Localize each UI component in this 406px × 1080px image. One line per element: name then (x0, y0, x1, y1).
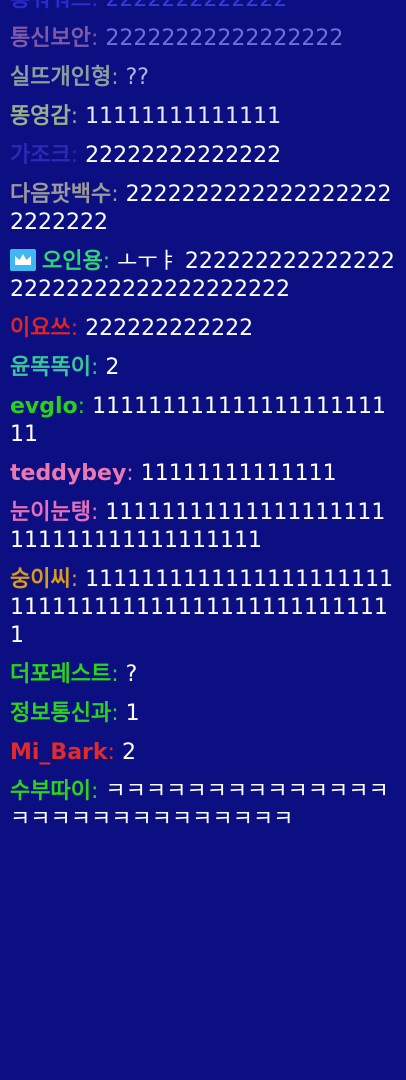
chat-message: Mi_Bark: 2 (10, 739, 398, 767)
chat-separator: : (126, 461, 141, 486)
chat-separator: : (111, 182, 126, 207)
chat-separator: : (90, 355, 106, 380)
chat-separator: : (111, 65, 126, 90)
chat-message: 수부따이: ㅋㅋㅋㅋㅋㅋㅋㅋㅋㅋㅋㅋㅋㅋㅋㅋㅋㅋㅋㅋㅋㅋㅋㅋㅋㅋㅋㅋ (10, 778, 398, 834)
chat-message-text: 22222222222222222 (105, 26, 344, 51)
chat-message: 눈이눈탱: 1111111111111111111111111111111111… (10, 499, 398, 555)
chat-message: 이요쓰: 222222222222 (10, 315, 398, 343)
chat-nickname[interactable]: 숭이씨 (10, 567, 71, 592)
chat-nickname[interactable]: 다음팟백수 (10, 182, 111, 207)
chat-nickname[interactable]: 홍뭐뭐스 (10, 0, 91, 12)
chat-nickname[interactable]: 통신보안 (10, 26, 91, 51)
chat-message: 숭이씨: 11111111111111111111111111111111111… (10, 566, 398, 650)
chat-nickname[interactable]: Mi_Bark (10, 740, 108, 765)
chat-separator: : (77, 394, 93, 419)
chat-message-text: 11111111111111 (85, 104, 282, 129)
chat-message: 윤똑똑이: 2 (10, 354, 398, 382)
chat-message-text: 2222222222222 (105, 0, 287, 12)
chat-nickname[interactable]: 이요쓰 (10, 316, 71, 341)
chat-nickname[interactable]: teddybey (10, 461, 126, 486)
chat-separator: : (70, 104, 86, 129)
chat-nickname[interactable]: 가조크 (10, 143, 71, 168)
chat-nickname[interactable]: evglo (10, 394, 78, 419)
chat-message: evglo: 11111111111111111111111 (10, 393, 398, 449)
chat-separator: : (90, 779, 106, 804)
chat-message: 홍뭐뭐스: 2222222222222 (10, 0, 398, 14)
chat-message: 가조크: 22222222222222 (10, 142, 398, 170)
chat-message: 더포레스트: ? (10, 661, 398, 689)
chat-message: 똥영감: 11111111111111 (10, 103, 398, 131)
chat-message-text: 11111111111111 (140, 461, 337, 486)
chat-nickname[interactable]: 눈이눈탱 (10, 500, 91, 525)
crown-icon (10, 249, 36, 271)
chat-separator: : (111, 662, 126, 687)
chat-message-text: ?? (125, 65, 149, 90)
chat-separator: : (102, 249, 118, 274)
chat-nickname[interactable]: 더포레스트 (10, 662, 111, 687)
chat-message: 통신보안: 22222222222222222 (10, 25, 398, 53)
chat-separator: : (107, 740, 122, 765)
chat-message-text: 222222222222 (85, 316, 254, 341)
chat-message: 실뜨개인형: ?? (10, 64, 398, 92)
chat-separator: : (90, 26, 106, 51)
chat-nickname[interactable]: 오인용 (42, 249, 103, 274)
chat-message: teddybey: 11111111111111 (10, 460, 398, 488)
chat-separator: : (70, 143, 86, 168)
chat-nickname[interactable]: 똥영감 (10, 104, 71, 129)
chat-message: 오인용: ㅗㅜㅑ 2222222222222222222222222222222… (10, 248, 398, 304)
chat-message-text: 2 (105, 355, 120, 380)
chat-message-text: ? (125, 662, 138, 687)
chat-nickname[interactable]: 수부따이 (10, 779, 91, 804)
chat-message-text: 1 (125, 701, 140, 726)
chat-nickname[interactable]: 실뜨개인형 (10, 65, 111, 90)
chat-message: 다음팟백수: 22222222222222222222222222 (10, 181, 398, 237)
chat-separator: : (90, 500, 106, 525)
chat-separator: : (70, 316, 86, 341)
chat-message-text: 22222222222222 (85, 143, 282, 168)
chat-message: 정보통신과: 1 (10, 700, 398, 728)
chat-nickname[interactable]: 윤똑똑이 (10, 355, 91, 380)
chat-separator: : (70, 567, 86, 592)
chat-nickname[interactable]: 정보통신과 (10, 701, 111, 726)
chat-log: 홍뭐뭐스: 2222222222222통신보안: 222222222222222… (0, 0, 406, 845)
chat-message-text: 2 (121, 740, 136, 765)
chat-separator: : (111, 701, 126, 726)
chat-separator: : (91, 0, 105, 12)
